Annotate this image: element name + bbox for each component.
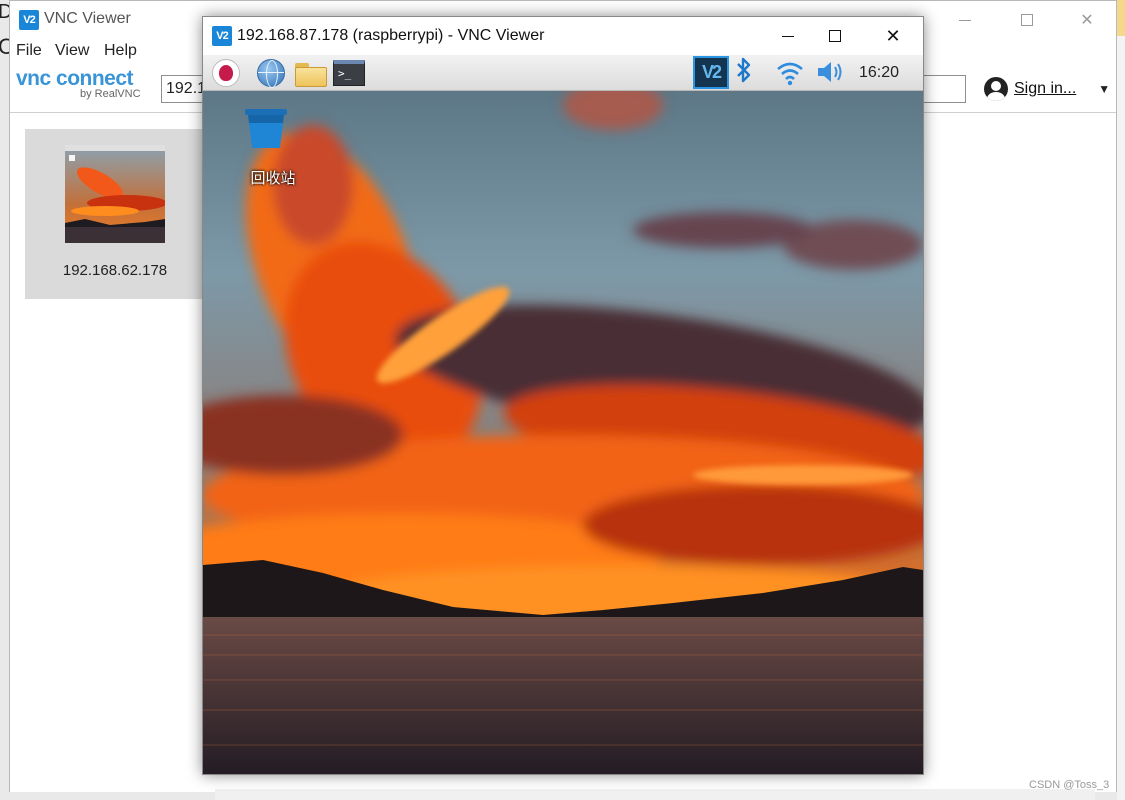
menu-view[interactable]: View (55, 42, 89, 60)
maximize-icon (1021, 14, 1033, 26)
background-window-edge (1117, 0, 1125, 800)
maximize-button[interactable] (1004, 7, 1050, 33)
vnc-logo-icon: V2 (212, 26, 232, 46)
background-window-edge (215, 789, 1095, 800)
volume-icon[interactable] (814, 57, 846, 87)
minimize-icon (959, 19, 971, 21)
sunset-wallpaper (203, 55, 923, 774)
terminal-glyph: >_ (333, 60, 365, 86)
watermark: CSDN @Toss_3 (1029, 779, 1110, 791)
remote-desktop[interactable]: >_ V2 16:20 回收站 (203, 55, 923, 774)
minimize-button[interactable] (942, 7, 988, 33)
remote-window-title: 192.168.87.178 (raspberrypi) - VNC Viewe… (237, 27, 545, 44)
window-title: VNC Viewer (44, 10, 131, 27)
close-icon: ✕ (1080, 12, 1094, 29)
vnc-logo-icon: V2 (19, 10, 39, 30)
vnc-connect-logo: vnc connect by RealVNC (16, 67, 156, 100)
menu-file[interactable]: File (16, 42, 42, 60)
wifi-icon[interactable] (774, 57, 806, 87)
remote-session-window: V2 192.168.87.178 (raspberrypi) - VNC Vi… (202, 16, 924, 775)
bluetooth-icon[interactable] (736, 57, 762, 87)
remote-title-bar[interactable]: V2 192.168.87.178 (raspberrypi) - VNC Vi… (203, 17, 923, 55)
minimize-icon (782, 35, 794, 37)
person-icon (984, 77, 1008, 101)
remote-maximize-button[interactable] (815, 23, 855, 49)
background-window-edge (1117, 0, 1125, 36)
clock[interactable]: 16:20 (859, 64, 899, 82)
sign-in-label: Sign in... (1014, 80, 1077, 97)
maximize-icon (829, 30, 841, 42)
vnc-server-icon[interactable]: V2 (693, 56, 729, 89)
connection-card[interactable]: 192.168.62.178 (25, 129, 205, 299)
menu-help[interactable]: Help (104, 42, 137, 60)
file-manager-icon[interactable] (294, 58, 327, 88)
close-icon: ✕ (885, 25, 901, 46)
remote-minimize-button[interactable] (768, 23, 808, 49)
connection-label: 192.168.62.178 (62, 262, 168, 279)
remote-close-button[interactable]: ✕ (873, 23, 913, 49)
chevron-down-icon[interactable]: ▼ (1098, 82, 1110, 96)
close-button[interactable]: ✕ (1064, 7, 1110, 33)
desktop-icon-label: 回收站 (250, 170, 296, 187)
raspberry-pi-taskbar: >_ V2 16:20 (203, 55, 923, 91)
brand-byline: by RealVNC (80, 88, 141, 100)
trash-icon (245, 109, 287, 148)
sign-in-button[interactable]: Sign in... ▼ (984, 75, 1110, 103)
connection-thumbnail (65, 145, 165, 243)
terminal-icon[interactable]: >_ (333, 58, 365, 88)
web-browser-icon[interactable] (255, 58, 287, 88)
raspberry-menu-icon[interactable] (210, 58, 242, 88)
